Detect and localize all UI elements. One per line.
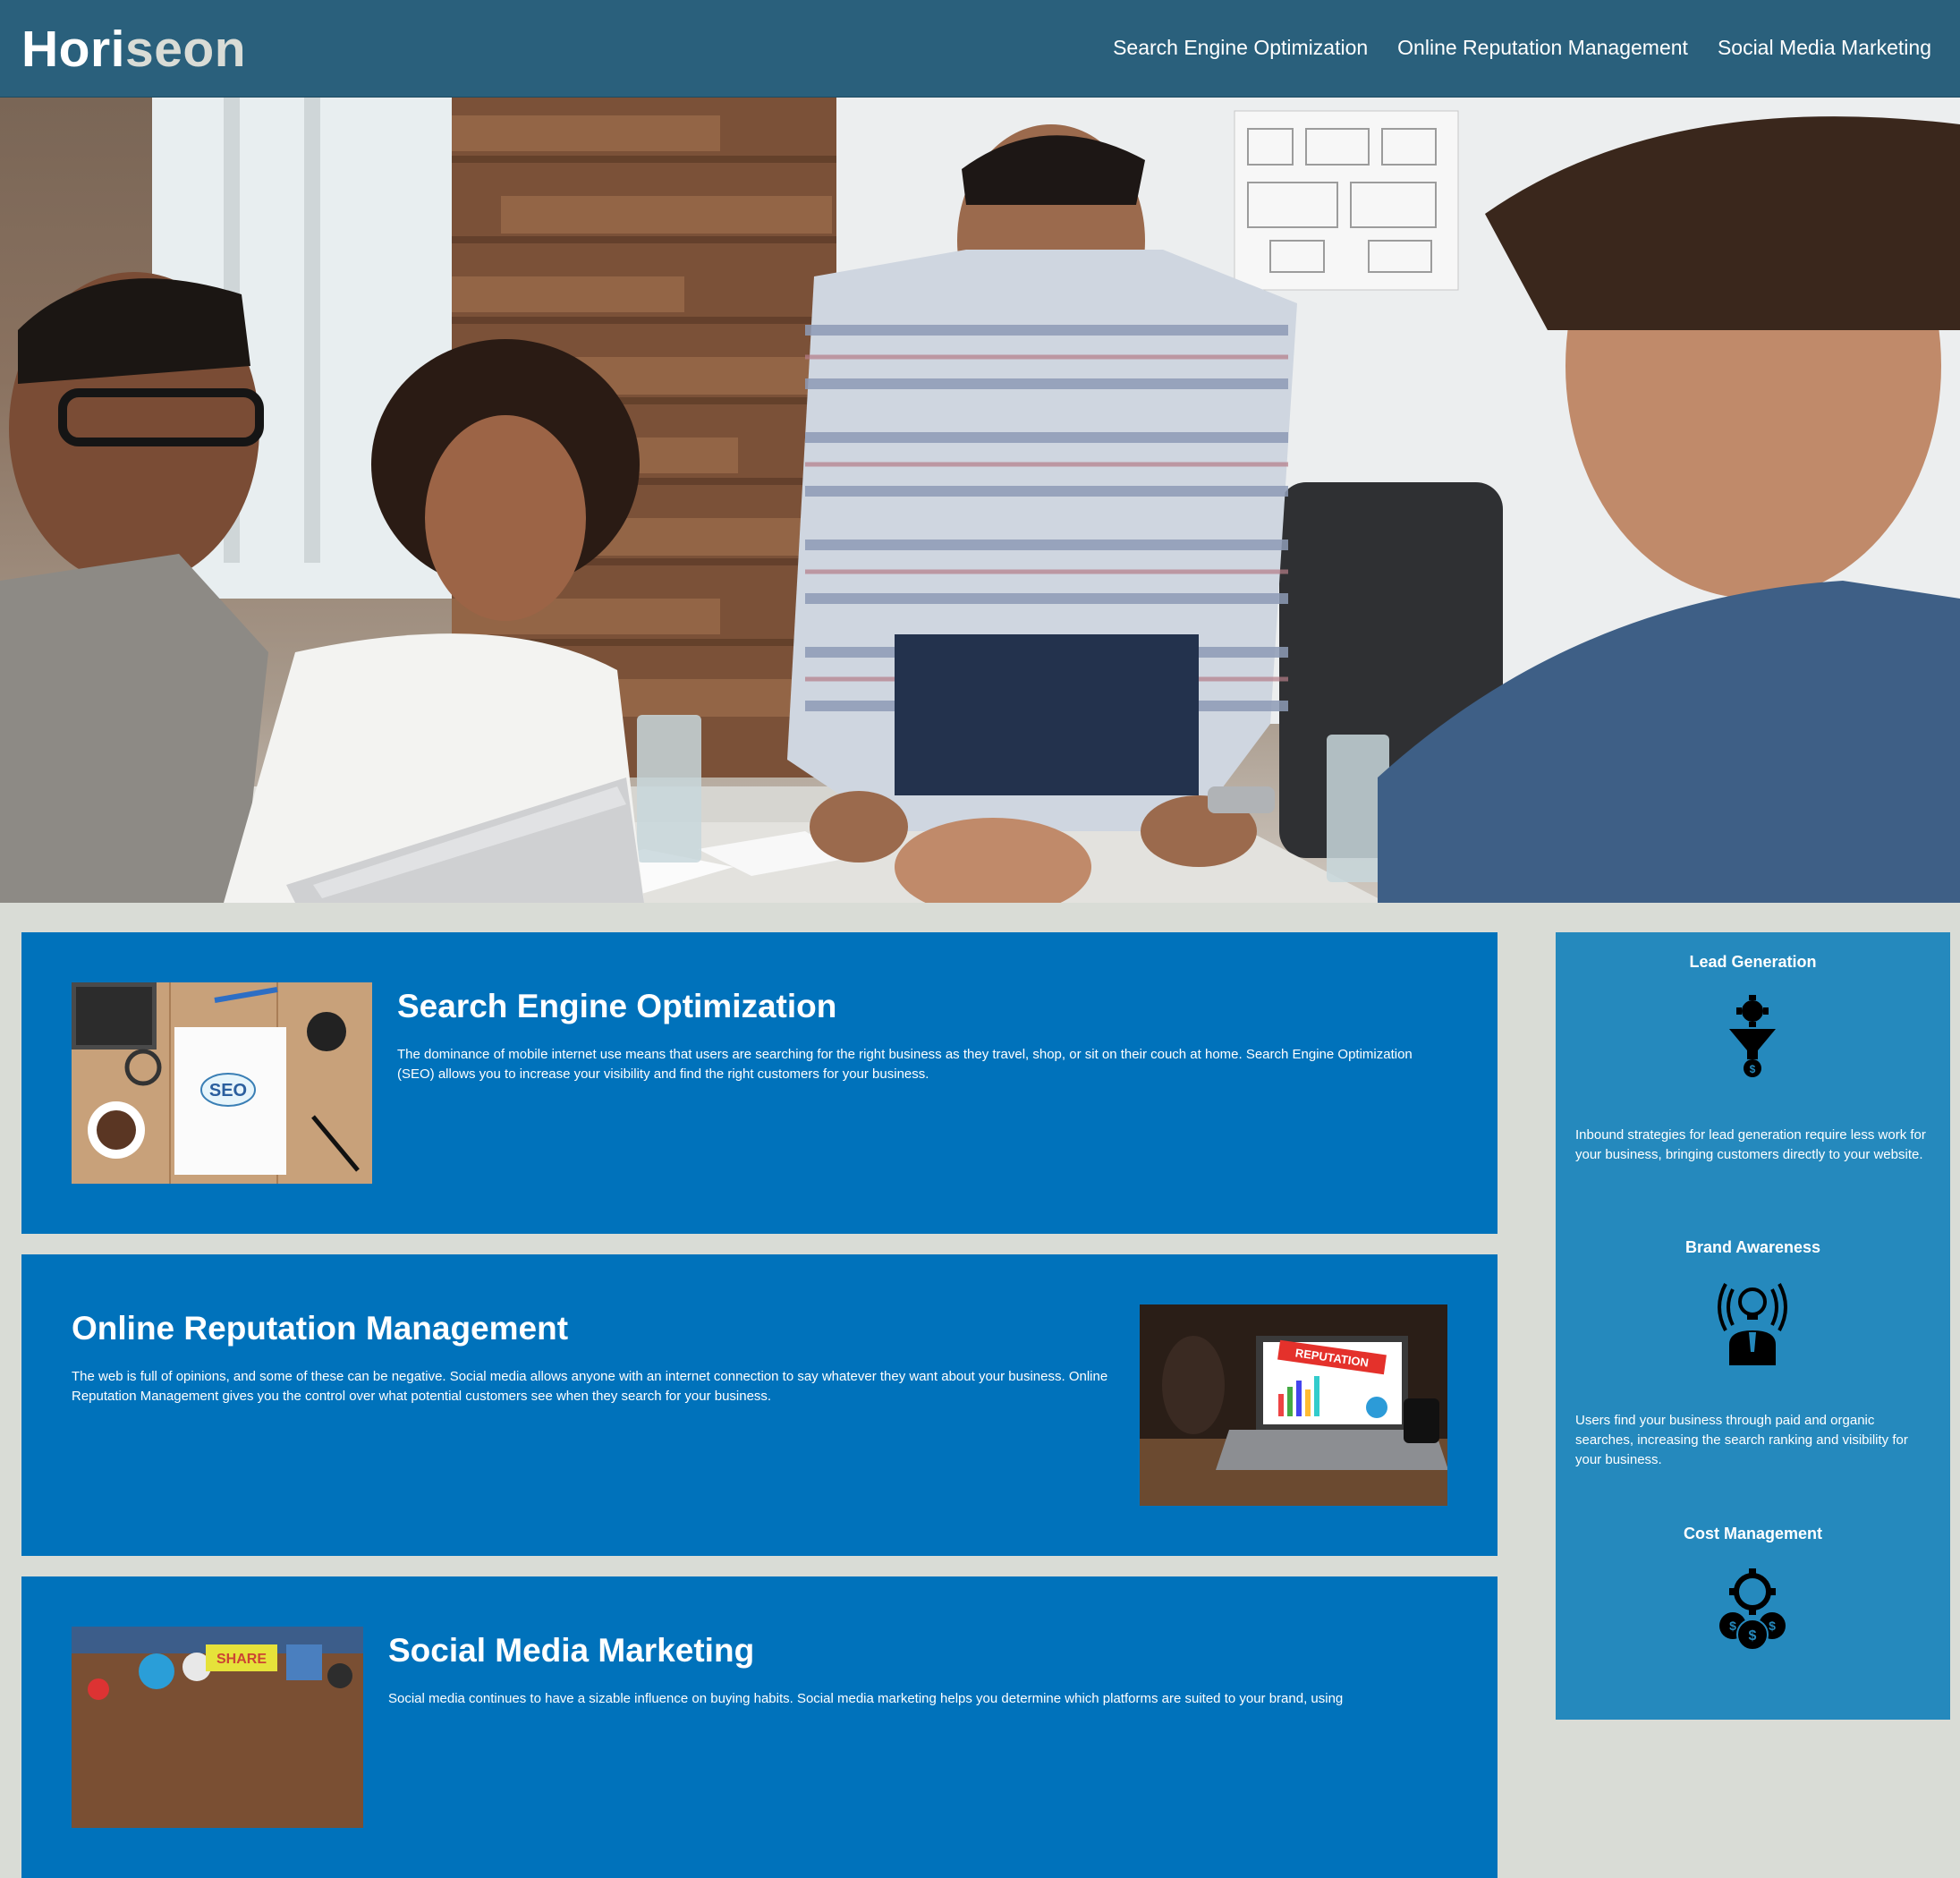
logo-seon: seon [125, 21, 247, 78]
benefit-cost-management: Cost Management $ $ $ [1556, 1522, 1950, 1651]
svg-text:$: $ [1750, 1063, 1756, 1075]
gear-coins-icon: $ $ $ [1717, 1567, 1788, 1652]
social-media-title: Social Media Marketing [388, 1632, 755, 1669]
reputation-illustration: REPUTATION [1140, 1304, 1447, 1506]
seo-image-label: SEO [209, 1081, 247, 1100]
social-media-image: SHARE [72, 1627, 363, 1828]
social-image-label: SHARE [216, 1652, 267, 1667]
reputation-text: The web is full of opinions, and some of… [72, 1369, 1108, 1404]
social-media-text: Social media continues to have a sizable… [388, 1691, 1344, 1706]
svg-text:$: $ [1769, 1619, 1776, 1633]
nav-link-social-media[interactable]: Social Media Marketing [1718, 32, 1931, 63]
social-media-illustration: SHARE [72, 1627, 363, 1828]
seo-title: Search Engine Optimization [397, 988, 837, 1024]
seo-text: The dominance of mobile internet use mea… [397, 1047, 1413, 1082]
reputation-title: Online Reputation Management [72, 1310, 569, 1347]
reputation-image: REPUTATION [1140, 1304, 1447, 1506]
lightbulb-person-icon [1717, 1280, 1788, 1365]
benefit-lead-generation: Lead Generation $ Inbound strategies for… [1556, 950, 1950, 1162]
brand-awareness-text: Users find your business through paid an… [1575, 1413, 1908, 1467]
nav-link-seo[interactable]: Search Engine Optimization [1113, 32, 1368, 63]
seo-illustration: SEO [72, 982, 372, 1184]
brand-awareness-title: Brand Awareness [1684, 1238, 1821, 1256]
benefit-brand-awareness: Brand Awareness Users find your business… [1556, 1236, 1950, 1467]
nav-link-reputation[interactable]: Online Reputation Management [1397, 32, 1688, 63]
hero-image [0, 98, 1960, 903]
reputation-section: Online Reputation Management The web is … [21, 1254, 1498, 1556]
svg-text:$: $ [1729, 1619, 1736, 1633]
lead-generation-text: Inbound strategies for lead generation r… [1575, 1127, 1926, 1162]
lead-generation-title: Lead Generation [1689, 953, 1817, 971]
svg-text:$: $ [1749, 1628, 1757, 1644]
social-media-section: SHARE Social Media Marketing Social medi… [21, 1576, 1498, 1878]
main-nav: Search Engine Optimization Online Reputa… [1113, 32, 1931, 63]
cost-management-title: Cost Management [1683, 1525, 1823, 1542]
benefits-sidebar: Lead Generation $ Inbound strategies for… [1556, 932, 1950, 1720]
logo-hori: Hori [21, 21, 125, 78]
hero-team-meeting-illustration [0, 98, 1960, 903]
seo-image: SEO [72, 982, 372, 1184]
site-logo[interactable]: Horiseon [21, 18, 246, 81]
site-header: Horiseon Search Engine Optimization Onli… [0, 0, 1960, 98]
funnel-money-icon: $ [1717, 995, 1788, 1080]
seo-section: SEO Search Engine Optimization The domin… [21, 932, 1498, 1234]
